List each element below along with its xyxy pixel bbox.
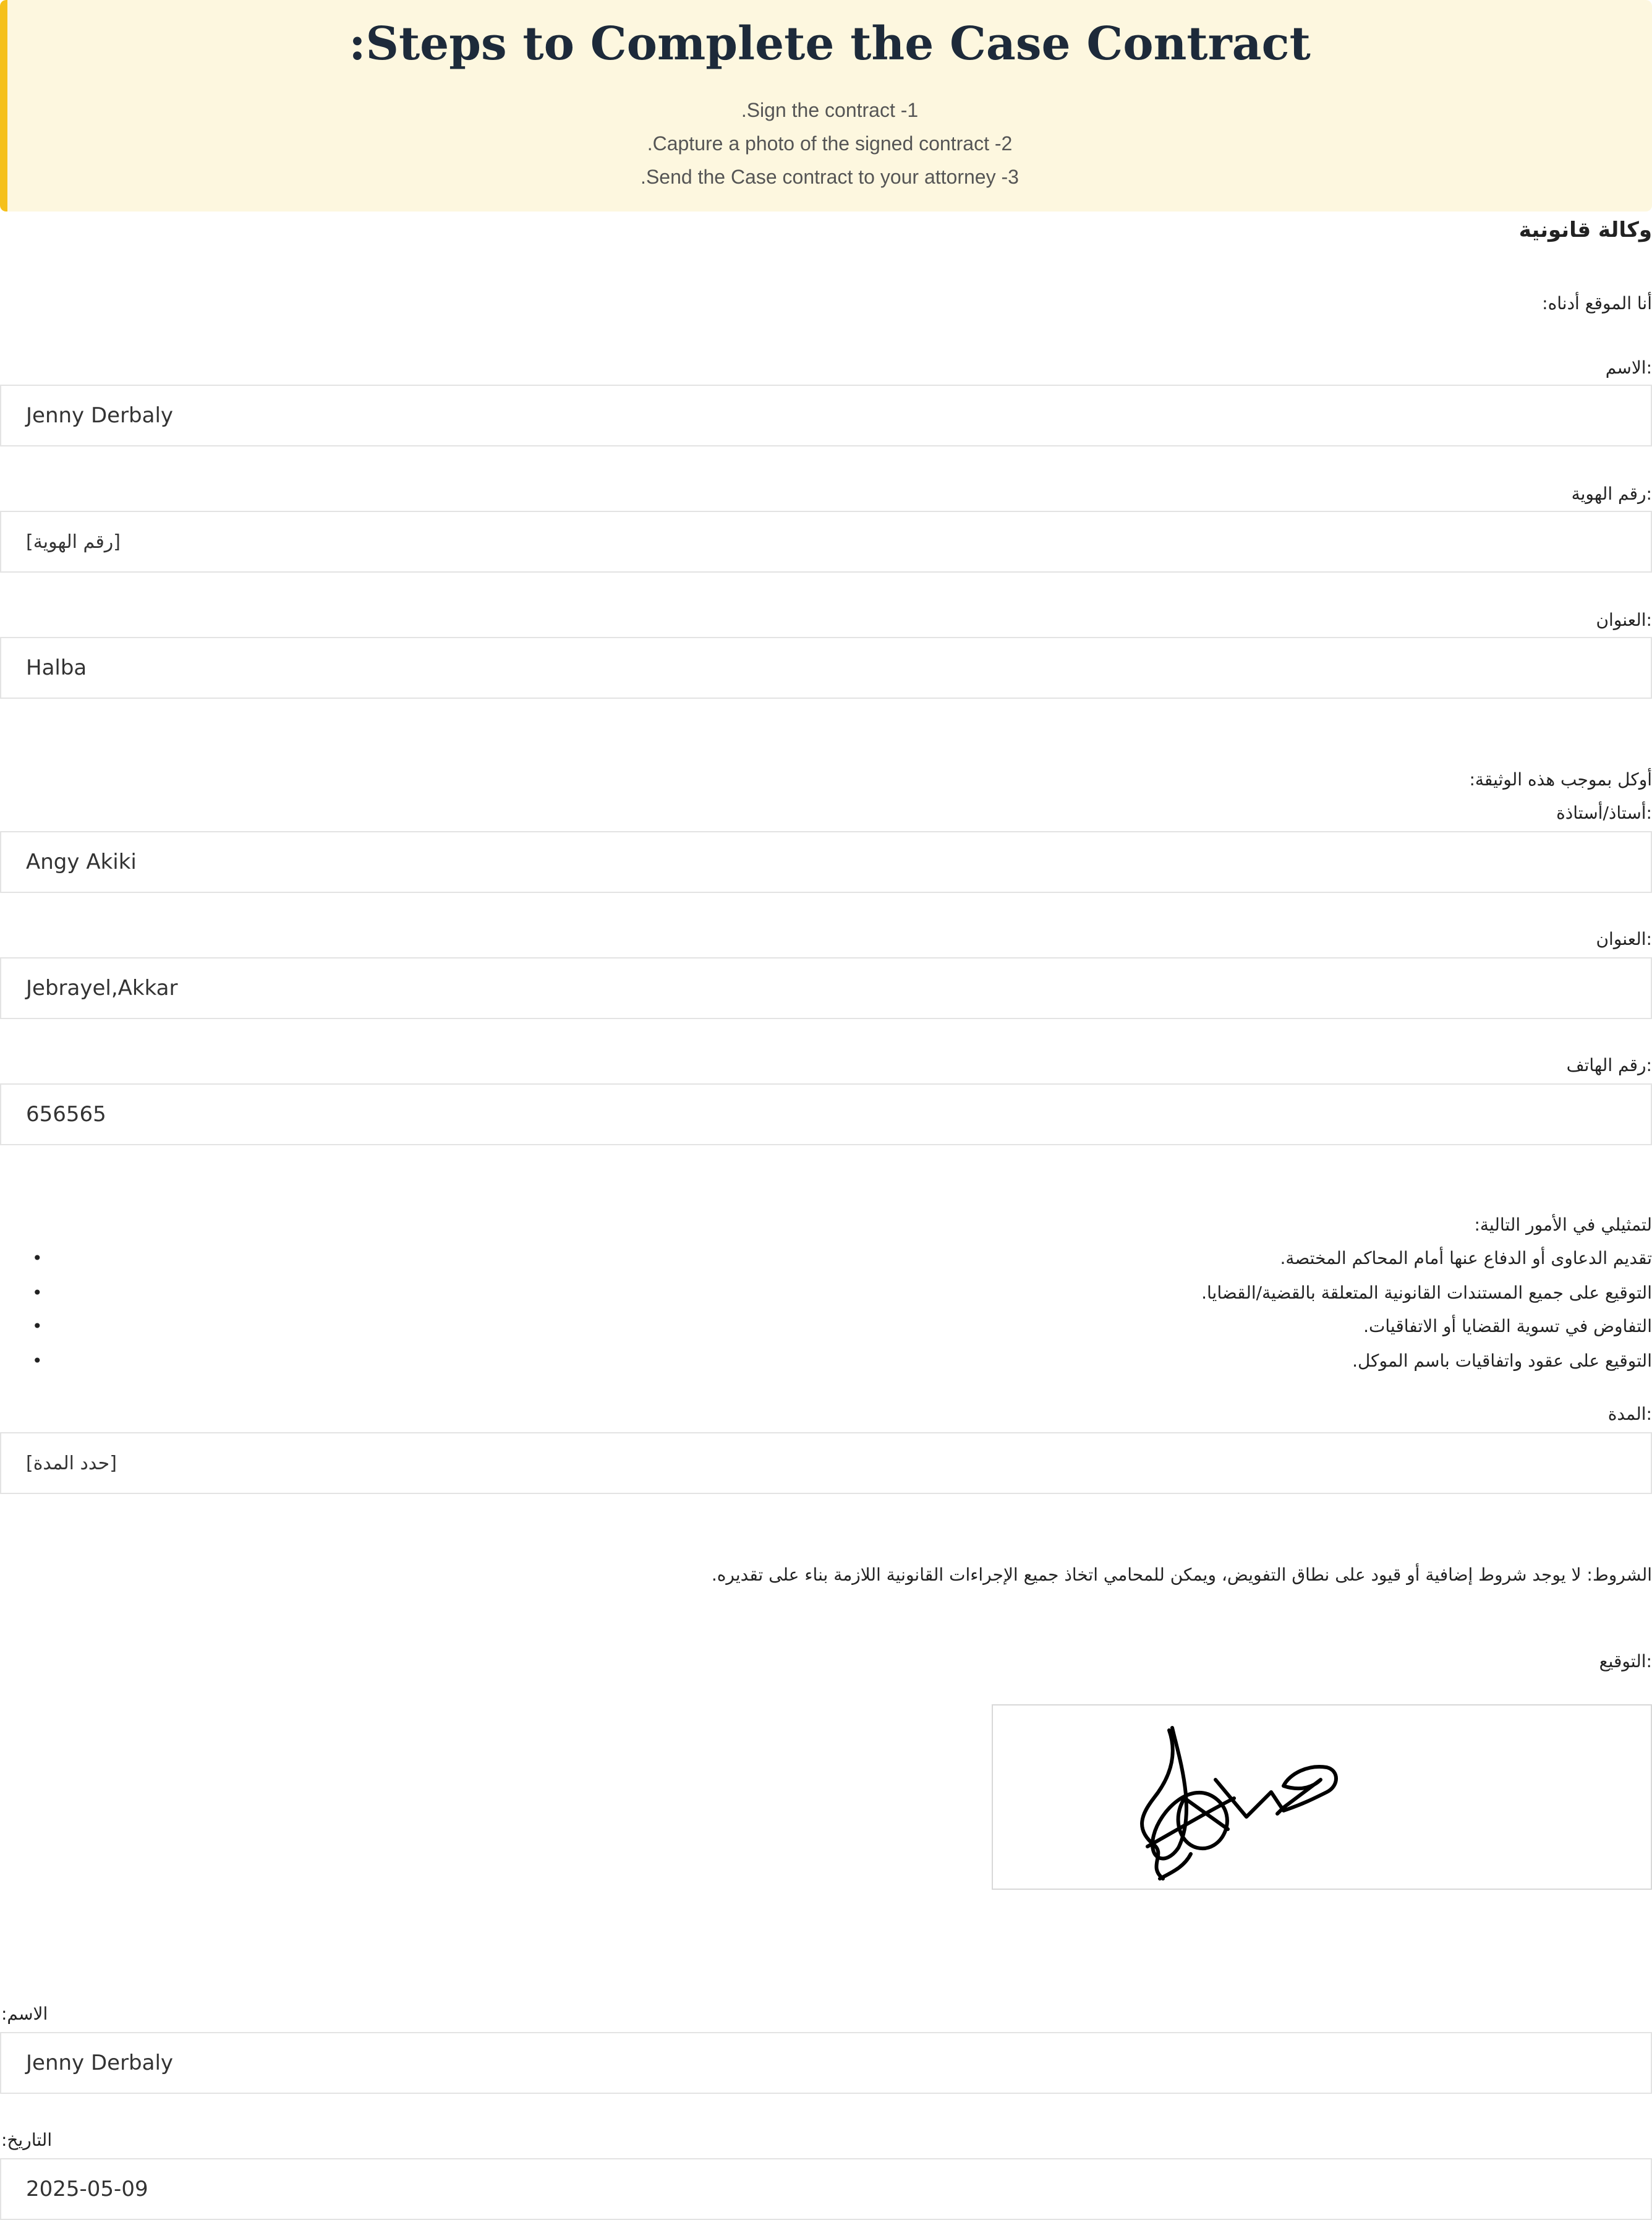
attorney-name-field[interactable]: Angy Akiki [0, 831, 1652, 893]
banner-title: :Steps to Complete the Case Contract [349, 17, 1311, 70]
principal-id-label: :رقم الهوية [1571, 484, 1652, 504]
banner-step-2: .Capture a photo of the signed contract … [647, 132, 1013, 155]
footer-date-label: التاريخ: [1, 2130, 53, 2150]
power-item: تقديم الدعاوى أو الدفاع عنها أمام المحاك… [1280, 1248, 1652, 1268]
appoint-text: أوكل بموجب هذه الوثيقة: [1469, 769, 1652, 790]
footer-date-field[interactable]: 2025-05-09 [0, 2158, 1652, 2220]
intro-text: أنا الموقع أدناه: [1542, 293, 1652, 314]
principal-name-field[interactable]: Jenny Derbaly [0, 385, 1652, 446]
attorney-address-label: :العنوان [1596, 929, 1652, 949]
document-title: وكالة قانونية [1518, 218, 1652, 242]
signature-pad[interactable] [992, 1704, 1652, 1890]
bullet-dot: • [32, 1248, 43, 1268]
attorney-phone-field[interactable]: 656565 [0, 1083, 1652, 1145]
bullet-dot: • [32, 1283, 43, 1303]
power-item: التوقيع على جميع المستندات القانونية الم… [1201, 1283, 1652, 1303]
represent-text: لتمثيلي في الأمور التالية: [1474, 1215, 1652, 1235]
principal-address-label: :العنوان [1596, 610, 1652, 630]
footer-name-field[interactable]: Jenny Derbaly [0, 2032, 1652, 2094]
duration-label: :المدة [1607, 1404, 1652, 1424]
signature-label: :التوقيع [1599, 1651, 1652, 1671]
attorney-title-label: :أستاذ/أستاذة [1556, 803, 1652, 823]
signature-image [1140, 1726, 1338, 1881]
banner-step-3: .Send the Case contract to your attorney… [641, 166, 1019, 188]
attorney-address-field[interactable]: Jebrayel,Akkar [0, 957, 1652, 1019]
footer-name-label: الاسم: [1, 2004, 48, 2024]
principal-id-field[interactable]: [رقم الهوية] [0, 511, 1652, 573]
principal-name-label: :الاسم [1605, 357, 1652, 378]
banner-step-1: .Sign the contract -1 [741, 99, 919, 121]
instructions-banner: :Steps to Complete the Case Contract .Si… [0, 0, 1652, 211]
conditions-text: الشروط: لا يوجد شروط إضافية أو قيود على … [711, 1565, 1652, 1585]
bullet-dot: • [32, 1351, 43, 1371]
power-item: التوقيع على عقود واتفاقيات باسم الموكل. [1352, 1351, 1652, 1371]
bullet-dot: • [32, 1316, 43, 1336]
power-item: التفاوض في تسوية القضايا أو الاتفاقيات. [1363, 1316, 1652, 1336]
principal-address-field[interactable]: Halba [0, 637, 1652, 699]
duration-field[interactable]: [حدد المدة] [0, 1432, 1652, 1494]
attorney-phone-label: :رقم الهاتف [1566, 1055, 1652, 1075]
